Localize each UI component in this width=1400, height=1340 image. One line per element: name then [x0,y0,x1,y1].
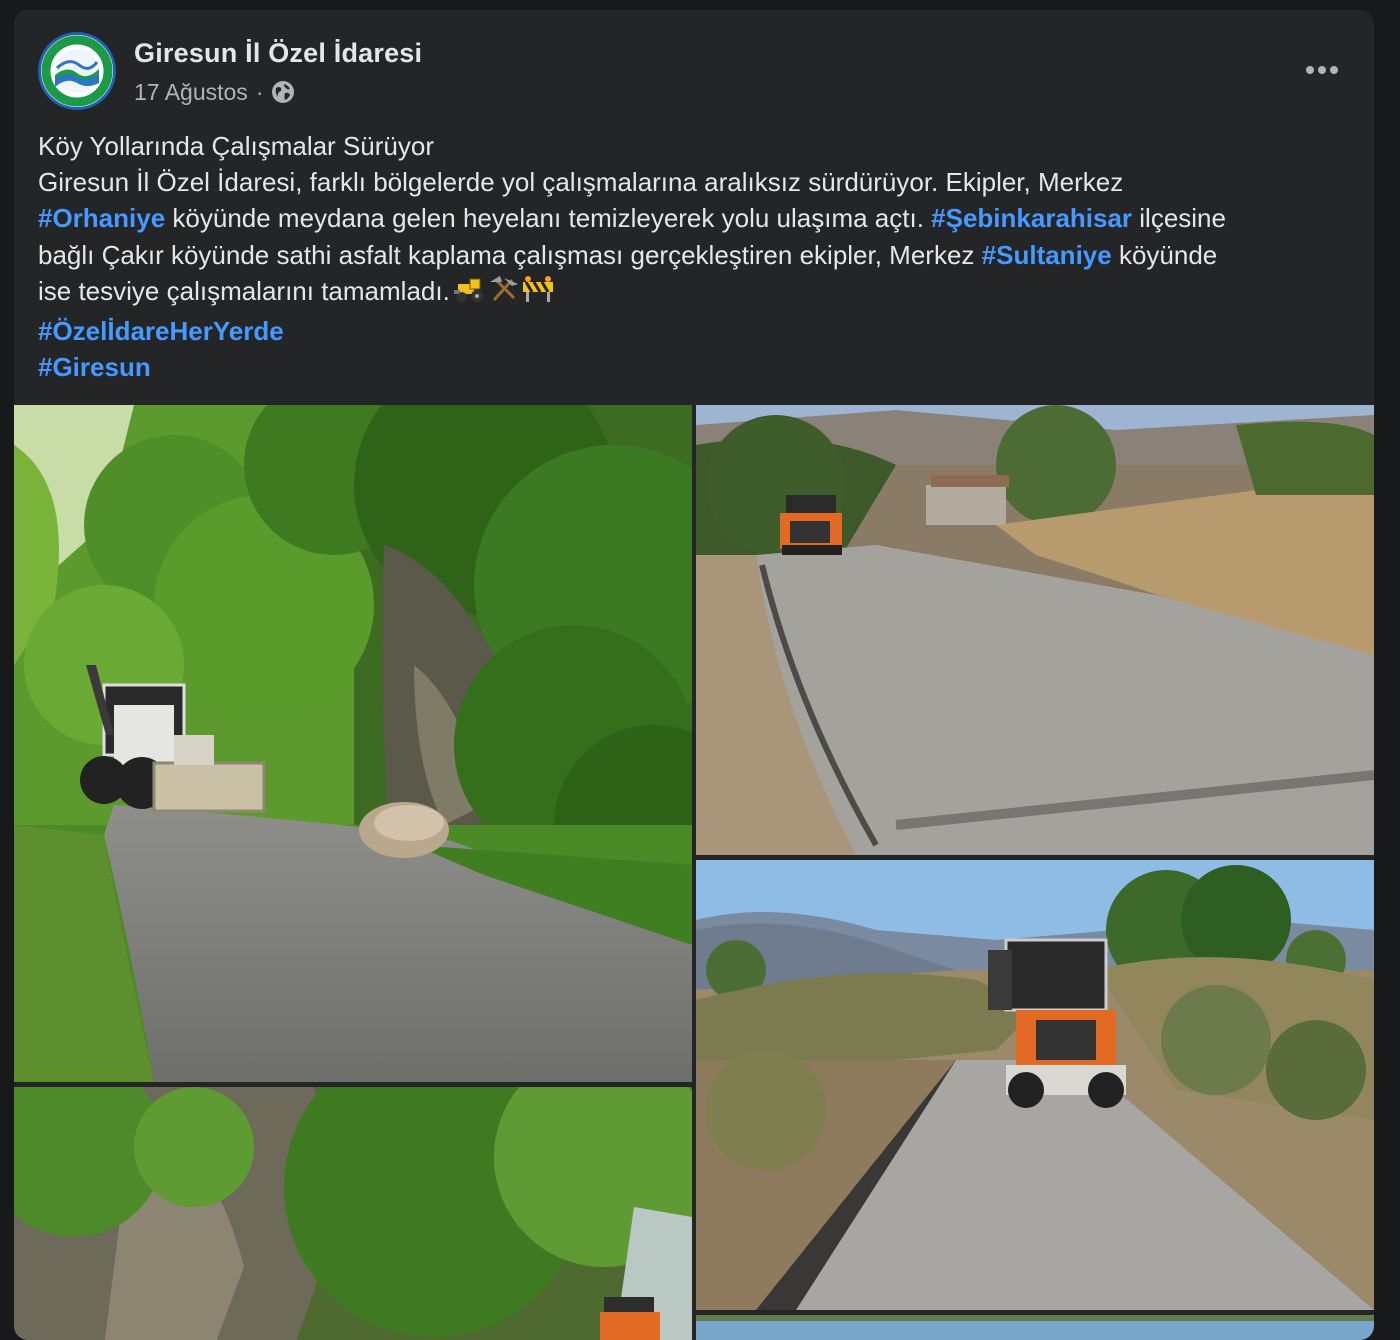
photo-backhoe-forest-road[interactable] [14,405,692,1082]
post-text-line-6: #ÖzelİdareHerYerde [38,313,1358,349]
photo-asphalt-road-orange-roller[interactable] [696,405,1374,855]
logo-icon [41,35,113,107]
photo-partial-bottom[interactable] [696,1315,1374,1340]
avatar[interactable] [38,32,116,110]
hammer-pick-emoji [489,275,518,301]
hashtag-ozelidareheryerde[interactable]: #ÖzelİdareHerYerde [38,316,284,346]
text-segment: ise tesviye çalışmalarını tamamladı. [38,275,450,306]
post-date[interactable]: 17 Ağustos [134,79,248,106]
more-options-button[interactable] [1294,52,1350,88]
post-card: Giresun İl Özel İdaresi 17 Ağustos · Köy [14,10,1374,1340]
tractor-emoji [453,278,483,302]
page-name[interactable]: Giresun İl Özel İdaresi [134,38,422,69]
hashtag-sebinkarahisar[interactable]: #Şebinkarahisar [931,203,1132,233]
hashtag-giresun[interactable]: #Giresun [38,352,151,382]
post-text-line-5: ise tesviye çalışmalarını tamamladı. [38,273,1358,313]
hashtag-orhaniye[interactable]: #Orhaniye [38,203,165,233]
construction-barrier-emoji [522,275,553,302]
post-text-line-7: #Giresun [38,349,1358,385]
meta-separator: · [255,78,264,105]
post-title-line: Köy Yollarında Çalışmalar Sürüyor [38,131,434,161]
globe-icon[interactable] [271,80,295,104]
post-meta: 17 Ağustos · [134,77,295,107]
post-text-line-4: bağlı Çakır köyünde sathi asfalt kaplama… [38,237,1358,273]
photo-rock-wall-forest[interactable] [14,1087,692,1340]
more-dots-icon [1306,66,1338,74]
text-segment: köyünde meydana gelen heyelanı temizleye… [165,203,932,234]
hashtag-sultaniye[interactable]: #Sultaniye [982,240,1112,270]
text-segment: ilçesine [1132,203,1226,234]
photo-orange-roller-hill-road[interactable] [696,860,1374,1310]
photo-grid [14,405,1374,1340]
post-text-line-3: #Orhaniye köyünde meydana gelen heyelanı… [38,200,1358,236]
post-text-line-2: Giresun İl Özel İdaresi, farklı bölgeler… [38,167,1124,198]
text-segment: köyünde [1111,239,1218,270]
text-segment: bağlı Çakır köyünde sathi asfalt kaplama… [38,239,982,270]
post-header: Giresun İl Özel İdaresi 17 Ağustos · [38,32,1350,112]
emoji-group [452,275,556,313]
post-text: Köy Yollarında Çalışmalar Sürüyor Giresu… [38,128,1358,385]
